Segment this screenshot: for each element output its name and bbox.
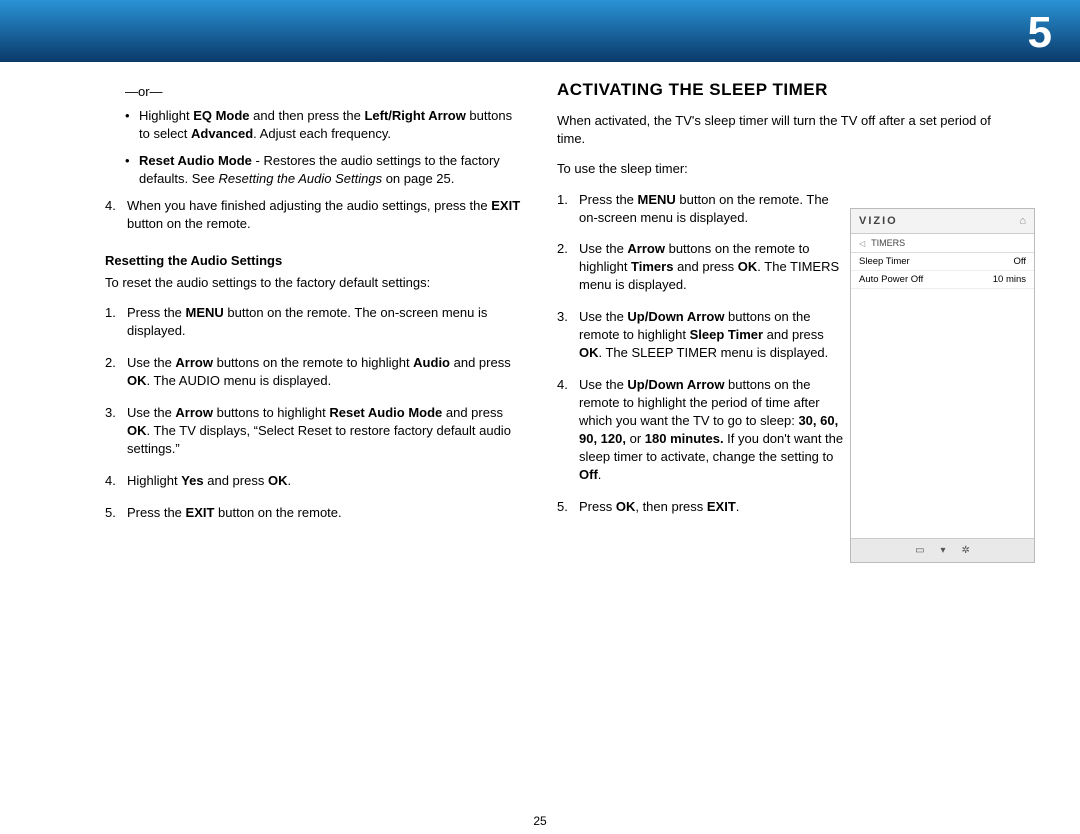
right-column: ACTIVATING THE SLEEP TIMER When activate… bbox=[557, 80, 847, 530]
step-number: 4. bbox=[105, 197, 116, 215]
list-item: 5. Press OK, then press EXIT. bbox=[557, 498, 847, 516]
step-text: Use the Up/Down Arrow buttons on the rem… bbox=[579, 377, 843, 482]
step-number: 1. bbox=[105, 304, 116, 322]
reset-steps: 1. Press the MENU button on the remote. T… bbox=[105, 304, 525, 521]
step-number: 4. bbox=[105, 472, 116, 490]
list-item: 3. Use the Up/Down Arrow buttons on the r… bbox=[557, 308, 847, 362]
step-text: Press the MENU button on the remote. The… bbox=[579, 192, 829, 225]
step-text: Press the MENU button on the remote. The… bbox=[127, 305, 487, 338]
tv-breadcrumb: ◁ TIMERS bbox=[851, 234, 1034, 253]
list-item: 1. Press the MENU button on the remote. T… bbox=[105, 304, 525, 340]
step-text: Use the Arrow buttons on the remote to h… bbox=[579, 241, 839, 292]
v-icon: ▾ bbox=[941, 545, 946, 556]
left-column: —or— Highlight EQ Mode and then press th… bbox=[105, 80, 525, 536]
tv-menu-row: Auto Power Off 10 mins bbox=[851, 271, 1034, 289]
step-text: Highlight Yes and press OK. bbox=[127, 473, 291, 488]
tv-menu-screenshot: VIZIO ⌂ ◁ TIMERS Sleep Timer Off Auto Po… bbox=[850, 208, 1035, 563]
step-number: 2. bbox=[557, 240, 568, 258]
row-label: Auto Power Off bbox=[859, 274, 923, 285]
vizio-logo: VIZIO bbox=[859, 215, 898, 227]
list-item: 4. When you have finished adjusting the … bbox=[105, 197, 525, 233]
tv-menu-row: Sleep Timer Off bbox=[851, 253, 1034, 271]
tv-menu-body: Sleep Timer Off Auto Power Off 10 mins bbox=[851, 253, 1034, 538]
step-text: Use the Arrow buttons to highlight Reset… bbox=[127, 405, 511, 456]
or-separator: —or— bbox=[125, 84, 525, 99]
step-number: 5. bbox=[557, 498, 568, 516]
step-text: Press the EXIT button on the remote. bbox=[127, 505, 342, 520]
list-item: Highlight EQ Mode and then press the Lef… bbox=[125, 107, 525, 142]
step-text: Press OK, then press EXIT. bbox=[579, 499, 739, 514]
list-item: 3. Use the Arrow buttons to highlight Res… bbox=[105, 404, 525, 458]
reset-intro: To reset the audio settings to the facto… bbox=[105, 274, 525, 292]
list-item: Reset Audio Mode - Restores the audio se… bbox=[125, 152, 525, 187]
audio-mode-bullets: Highlight EQ Mode and then press the Lef… bbox=[125, 107, 525, 187]
breadcrumb-label: TIMERS bbox=[871, 238, 905, 248]
step-number: 1. bbox=[557, 191, 568, 209]
gear-icon: ✲ bbox=[962, 545, 970, 556]
step-number: 3. bbox=[105, 404, 116, 422]
step-number: 4. bbox=[557, 376, 568, 394]
sleep-timer-intro: When activated, the TV's sleep timer wil… bbox=[557, 112, 1017, 148]
step-text: Use the Up/Down Arrow buttons on the rem… bbox=[579, 309, 828, 360]
list-item: 4. Highlight Yes and press OK. bbox=[105, 472, 525, 490]
row-value: 10 mins bbox=[993, 274, 1026, 285]
chevron-left-icon: ◁ bbox=[859, 239, 865, 248]
tv-menu-header: VIZIO ⌂ bbox=[851, 209, 1034, 234]
list-item: 2. Use the Arrow buttons on the remote to… bbox=[105, 354, 525, 390]
step-number: 3. bbox=[557, 308, 568, 326]
page-number: 25 bbox=[533, 814, 546, 828]
step-text: When you have finished adjusting the aud… bbox=[127, 198, 520, 231]
sleep-timer-intro2: To use the sleep timer: bbox=[557, 160, 847, 178]
list-item: 5. Press the EXIT button on the remote. bbox=[105, 504, 525, 522]
list-item: 4. Use the Up/Down Arrow buttons on the r… bbox=[557, 376, 847, 484]
section-title: ACTIVATING THE SLEEP TIMER bbox=[557, 80, 847, 100]
list-item: 2. Use the Arrow buttons on the remote to… bbox=[557, 240, 847, 294]
reset-heading: Resetting the Audio Settings bbox=[105, 253, 525, 268]
home-icon: ⌂ bbox=[1019, 215, 1026, 227]
sleep-timer-steps: 1. Press the MENU button on the remote. T… bbox=[557, 191, 847, 516]
list-item: 1. Press the MENU button on the remote. T… bbox=[557, 191, 847, 227]
step-text: Use the Arrow buttons on the remote to h… bbox=[127, 355, 511, 388]
row-label: Sleep Timer bbox=[859, 256, 910, 267]
widescreen-icon: ▭ bbox=[915, 545, 924, 556]
page-content: —or— Highlight EQ Mode and then press th… bbox=[105, 80, 1035, 804]
header-band: 5 bbox=[0, 0, 1080, 62]
step-number: 2. bbox=[105, 354, 116, 372]
row-value: Off bbox=[1014, 256, 1027, 267]
tv-menu-footer: ▭ ▾ ✲ bbox=[851, 538, 1034, 562]
step-number: 5. bbox=[105, 504, 116, 522]
continued-steps: 4. When you have finished adjusting the … bbox=[105, 197, 525, 233]
chapter-number: 5 bbox=[1028, 8, 1052, 58]
